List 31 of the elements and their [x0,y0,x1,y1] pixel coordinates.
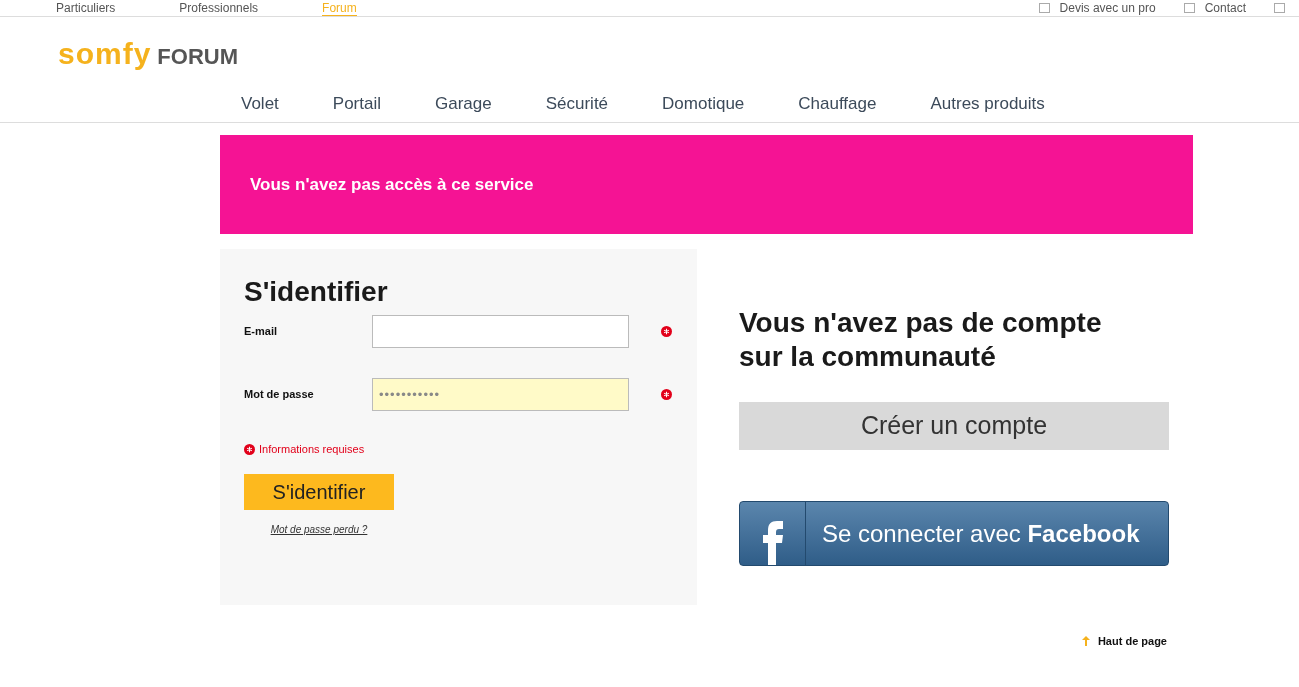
required-icon [244,443,255,455]
checkbox-icon [1183,3,1195,13]
create-account-button[interactable]: Créer un compte [739,402,1169,450]
category-link[interactable]: Chauffage [798,91,877,117]
forgot-password-link[interactable]: Mot de passe perdu ? [270,521,368,537]
alert-text: Vous n'avez pas accès à ce service [250,173,534,196]
required-note: Informations requises [259,442,365,457]
login-button[interactable]: S'identifier [244,473,394,510]
back-to-top-link[interactable]: Haut de page [1097,633,1167,650]
category-link[interactable]: Sécurité [545,91,609,117]
top-link[interactable]: Contact [1204,0,1246,16]
arrow-up-icon [1081,636,1090,647]
login-title: S'identifier [244,275,389,309]
input-field[interactable] [372,315,629,348]
top-nav-link[interactable]: Professionnels [179,0,259,16]
field-label: E-mail [244,324,278,340]
category-link[interactable]: Garage [435,91,492,117]
category-link[interactable]: Portail [332,91,381,117]
checkbox-icon [1274,3,1285,13]
logo-forum[interactable]: FORUM [157,45,238,69]
checkbox-icon [1038,3,1050,13]
top-nav-link[interactable]: Particuliers [56,0,116,16]
category-link[interactable]: Domotique [662,91,745,117]
category-link[interactable]: Volet [241,91,279,117]
facebook-label: Se connecter avec Facebook [822,518,1140,549]
top-link[interactable]: Devis avec un pro [1059,0,1156,16]
facebook-icon [761,521,784,565]
category-link[interactable]: Autres produits [930,91,1045,117]
field-label: Mot de passe [244,387,315,403]
facebook-login-button[interactable]: Se connecter avec Facebook [739,501,1169,566]
signup-title: Vous n'avez pas de compte sur la communauté [739,306,1103,374]
